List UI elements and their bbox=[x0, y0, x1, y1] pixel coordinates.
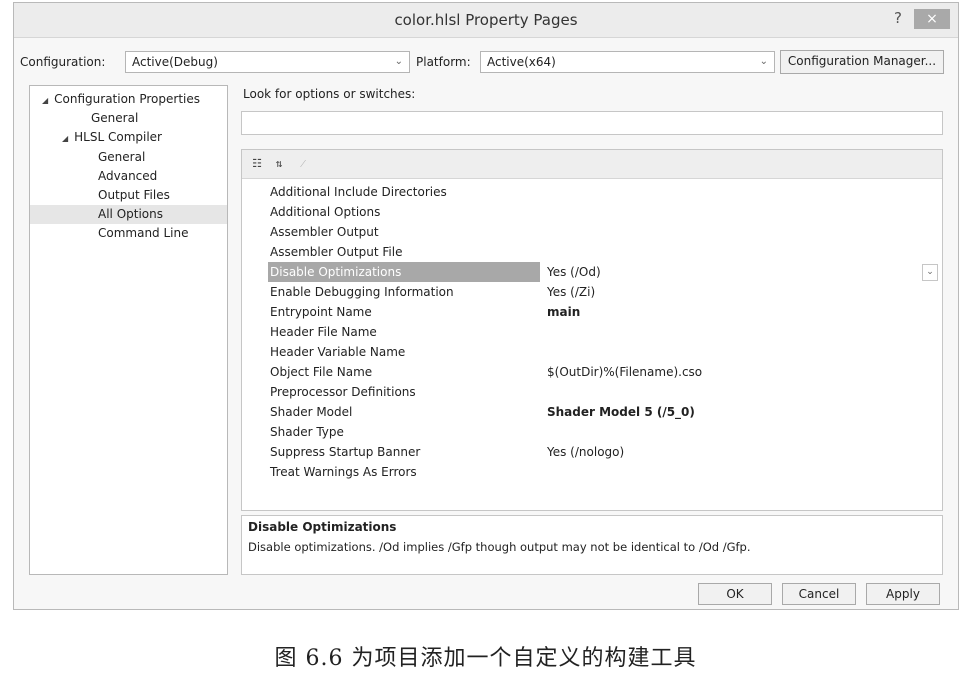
configuration-label: Configuration: bbox=[20, 55, 106, 69]
property-value: $(OutDir)%(Filename).cso bbox=[547, 365, 703, 379]
property-value: main bbox=[547, 305, 581, 319]
property-row[interactable]: Entrypoint Name main bbox=[242, 302, 942, 322]
tree-item-hlsl-general[interactable]: General bbox=[98, 148, 145, 167]
property-name: Additional Include Directories bbox=[270, 185, 447, 199]
property-pages-icon[interactable]: ⁄ bbox=[294, 155, 312, 173]
expanded-triangle-icon[interactable]: ◢ bbox=[42, 96, 48, 105]
expanded-triangle-icon[interactable]: ◢ bbox=[62, 134, 68, 143]
configuration-value: Active(Debug) bbox=[132, 55, 218, 69]
description-title: Disable Optimizations bbox=[248, 520, 397, 534]
property-tree[interactable]: ◢ Configuration Properties General ◢ HLSL … bbox=[29, 85, 228, 575]
property-value-dropdown[interactable]: Yes (/Od) bbox=[547, 262, 601, 282]
property-row[interactable]: Assembler Output bbox=[242, 222, 942, 242]
property-name: Shader Model bbox=[270, 405, 353, 419]
platform-value: Active(x64) bbox=[487, 55, 556, 69]
configuration-dropdown[interactable]: Active(Debug) ⌄ bbox=[125, 51, 410, 73]
chevron-down-icon[interactable]: ⌄ bbox=[922, 264, 938, 281]
sort-alpha-icon[interactable]: ⇅ bbox=[270, 155, 288, 173]
tree-item-all-options[interactable]: All Options bbox=[30, 205, 227, 224]
property-row[interactable]: Preprocessor Definitions bbox=[242, 382, 942, 402]
property-row[interactable]: Shader Model Shader Model 5 (/5_0) bbox=[242, 402, 942, 422]
description-text: Disable optimizations. /Od implies /Gfp … bbox=[248, 540, 751, 554]
property-name: Assembler Output bbox=[270, 225, 379, 239]
property-name: Suppress Startup Banner bbox=[270, 445, 421, 459]
tree-item-hlsl-compiler[interactable]: ◢ HLSL Compiler bbox=[62, 128, 162, 147]
property-row[interactable]: Shader Type bbox=[242, 422, 942, 442]
ok-button[interactable]: OK bbox=[698, 583, 772, 605]
platform-label: Platform: bbox=[416, 55, 471, 69]
property-pages-dialog: color.hlsl Property Pages ? × Configurat… bbox=[13, 2, 959, 610]
tree-item-output-files[interactable]: Output Files bbox=[98, 186, 170, 205]
property-name: Header File Name bbox=[270, 325, 377, 339]
categorized-icon[interactable]: ☷ bbox=[248, 155, 266, 173]
tree-item-advanced[interactable]: Advanced bbox=[98, 167, 157, 186]
property-row[interactable]: Header File Name bbox=[242, 322, 942, 342]
property-value: Yes (/nologo) bbox=[547, 445, 625, 459]
property-name: Treat Warnings As Errors bbox=[270, 465, 417, 479]
chevron-down-icon: ⌄ bbox=[759, 56, 768, 67]
property-name: Disable Optimizations bbox=[268, 262, 540, 282]
property-row[interactable]: Header Variable Name bbox=[242, 342, 942, 362]
tree-item-configuration-properties[interactable]: ◢ Configuration Properties bbox=[42, 90, 200, 109]
search-label: Look for options or switches: bbox=[243, 87, 416, 101]
property-name: Object File Name bbox=[270, 365, 373, 379]
property-name: Assembler Output File bbox=[270, 245, 403, 259]
tree-item-general[interactable]: General bbox=[91, 109, 138, 128]
property-name: Additional Options bbox=[270, 205, 381, 219]
description-panel: Disable Optimizations Disable optimizati… bbox=[241, 515, 943, 575]
title-bar: color.hlsl Property Pages ? × bbox=[14, 3, 958, 38]
chevron-down-icon: ⌄ bbox=[394, 56, 403, 67]
property-row[interactable]: Assembler Output File bbox=[242, 242, 942, 262]
window-title: color.hlsl Property Pages bbox=[394, 11, 578, 29]
property-row[interactable]: Enable Debugging Information Yes (/Zi) bbox=[242, 282, 942, 302]
property-name: Header Variable Name bbox=[270, 345, 406, 359]
property-value: Shader Model 5 (/5_0) bbox=[547, 405, 695, 419]
figure-caption: 图 6.6 为项目添加一个自定义的构建工具 bbox=[274, 646, 697, 671]
tree-item-command-line[interactable]: Command Line bbox=[98, 224, 189, 243]
grid-toolbar: ☷ ⇅ ⁄ bbox=[242, 150, 942, 179]
property-row[interactable]: Additional Include Directories bbox=[242, 182, 942, 202]
property-row[interactable]: Treat Warnings As Errors bbox=[242, 462, 942, 482]
property-value: Yes (/Zi) bbox=[547, 285, 596, 299]
property-name: Preprocessor Definitions bbox=[270, 385, 416, 399]
property-row[interactable]: Object File Name $(OutDir)%(Filename).cs… bbox=[242, 362, 942, 382]
platform-dropdown[interactable]: Active(x64) ⌄ bbox=[480, 51, 775, 73]
property-row[interactable]: Suppress Startup Banner Yes (/nologo) bbox=[242, 442, 942, 462]
configuration-manager-button[interactable]: Configuration Manager... bbox=[780, 50, 944, 74]
apply-button[interactable]: Apply bbox=[866, 583, 940, 605]
cancel-button[interactable]: Cancel bbox=[782, 583, 856, 605]
property-row[interactable]: Additional Options bbox=[242, 202, 942, 222]
property-row-selected[interactable]: Disable Optimizations Yes (/Od) ⌄ bbox=[242, 262, 942, 282]
property-name: Shader Type bbox=[270, 425, 344, 439]
search-input[interactable] bbox=[241, 111, 943, 135]
property-name: Entrypoint Name bbox=[270, 305, 372, 319]
help-button[interactable]: ? bbox=[888, 9, 908, 29]
property-grid[interactable]: ☷ ⇅ ⁄ Additional Include Directories Add… bbox=[241, 149, 943, 511]
property-name: Enable Debugging Information bbox=[270, 285, 454, 299]
close-button[interactable]: × bbox=[914, 9, 950, 29]
